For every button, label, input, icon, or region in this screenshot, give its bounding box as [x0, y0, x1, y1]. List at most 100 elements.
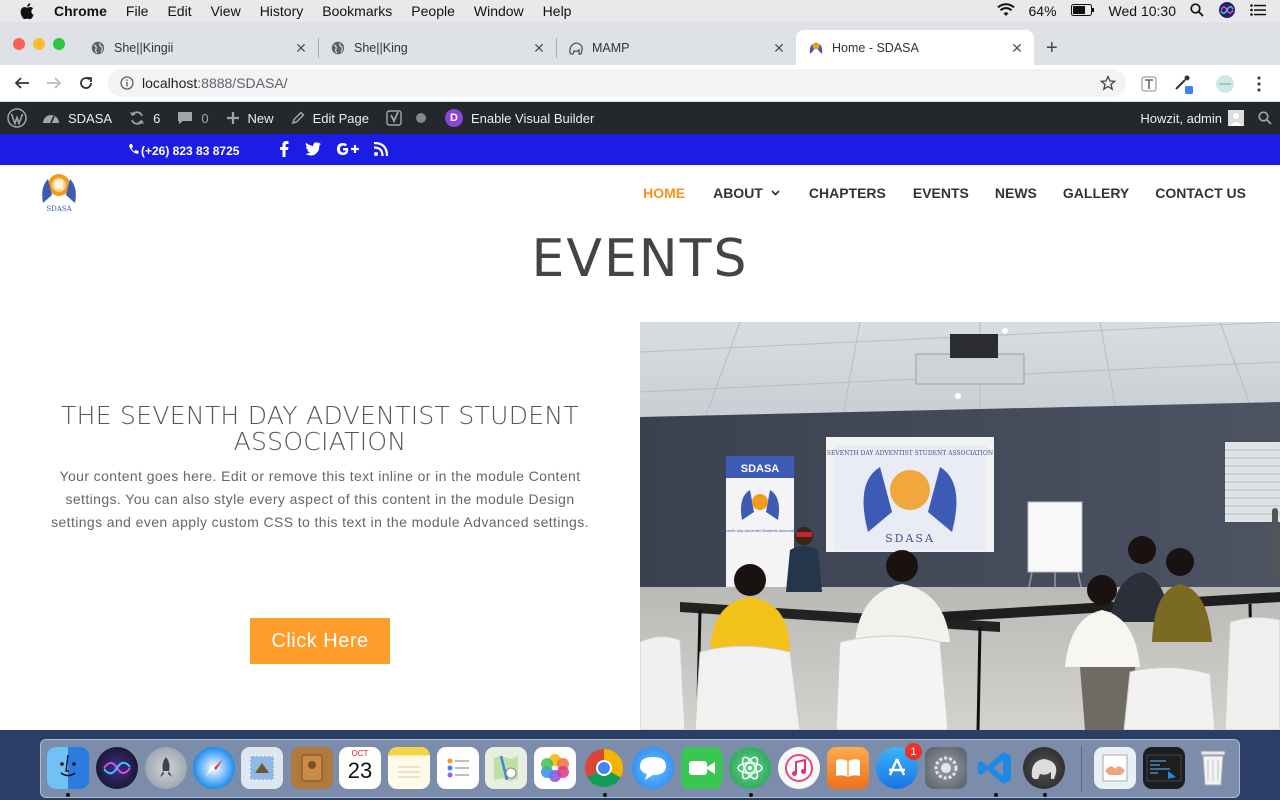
menu-edit[interactable]: Edit	[167, 3, 191, 19]
site-info-icon[interactable]	[120, 76, 134, 90]
menu-view[interactable]: View	[211, 3, 241, 19]
facetime-icon[interactable]	[681, 747, 723, 789]
yoast-seo-icon[interactable]	[386, 109, 404, 127]
reminders-icon[interactable]	[437, 747, 479, 789]
extension-avatar-icon[interactable]	[1215, 74, 1235, 94]
new-label: New	[247, 110, 274, 126]
dashboard-gauge-icon	[42, 111, 60, 125]
text-module: THE SEVENTH DAY ADVENTIST STUDENT ASSOCI…	[40, 403, 600, 534]
mail-stamp-icon[interactable]	[241, 747, 283, 789]
nav-home[interactable]: HOME	[643, 185, 685, 201]
phone-number[interactable]: (+26) 823 83 8725	[128, 143, 239, 158]
nav-gallery[interactable]: GALLERY	[1063, 185, 1129, 201]
banner-subtitle: Seventh-day Adventist Students Associati…	[721, 528, 799, 533]
trash-icon[interactable]	[1192, 747, 1234, 789]
bookmark-star-icon[interactable]	[1099, 74, 1117, 96]
window-close-button[interactable]	[13, 38, 25, 50]
events-heading: EVENTS	[531, 229, 749, 289]
nav-contact-us[interactable]: CONTACT US	[1155, 185, 1246, 201]
spotlight-icon[interactable]	[1190, 2, 1204, 20]
notification-center-icon[interactable]	[1250, 3, 1266, 19]
siri-icon[interactable]	[1218, 1, 1236, 22]
divi-logo-letter: D	[444, 109, 463, 127]
wp-account-menu[interactable]: Howzit, admin	[1140, 110, 1244, 126]
menu-people[interactable]: People	[411, 3, 455, 19]
menu-help[interactable]: Help	[543, 3, 572, 19]
url-host: localhost	[142, 75, 198, 91]
tab-shelking[interactable]: She||King ✕	[318, 30, 556, 65]
extension-eyedropper-icon[interactable]	[1173, 74, 1193, 94]
menu-history[interactable]: History	[260, 3, 304, 19]
siri-dock-icon[interactable]	[96, 747, 138, 789]
rss-icon[interactable]	[371, 140, 391, 158]
photos-icon[interactable]	[534, 747, 576, 789]
google-plus-icon[interactable]	[335, 140, 361, 158]
vscode-icon[interactable]	[974, 747, 1016, 789]
atom-editor-icon[interactable]	[729, 747, 771, 789]
wp-updates[interactable]: 6	[129, 110, 160, 126]
chrome-dock-icon[interactable]	[583, 747, 625, 789]
window-zoom-button[interactable]	[53, 38, 65, 50]
wp-new-content[interactable]: New	[226, 111, 274, 126]
menu-bookmarks[interactable]: Bookmarks	[322, 3, 392, 19]
click-here-button[interactable]: Click Here	[250, 618, 390, 664]
chrome-toolbar: localhost:8888/SDASA/	[0, 65, 1280, 102]
tab-close-icon[interactable]: ✕	[532, 40, 546, 57]
tab-home-sdasa[interactable]: Home - SDASA ✕	[796, 30, 1034, 65]
chrome-menu-icon[interactable]	[1249, 74, 1269, 94]
nav-news[interactable]: NEWS	[995, 185, 1037, 201]
terminal-window-icon[interactable]	[1143, 747, 1185, 789]
tab-close-icon[interactable]: ✕	[1010, 40, 1024, 57]
menu-clock[interactable]: Wed 10:30	[1109, 3, 1176, 19]
page-content: EVENTS THE SEVENTH DAY ADVENTIST STUDENT…	[0, 225, 1280, 730]
contacts-book-icon[interactable]	[291, 747, 333, 789]
notes-icon[interactable]	[388, 747, 430, 789]
wordpress-logo-icon[interactable]	[7, 108, 27, 128]
wp-search-icon[interactable]	[1258, 111, 1272, 125]
address-bar[interactable]: localhost:8888/SDASA/	[108, 69, 1126, 97]
nav-chapters[interactable]: CHAPTERS	[809, 185, 886, 201]
messages-icon[interactable]	[632, 747, 674, 789]
wp-site-menu[interactable]: SDASA	[42, 111, 112, 126]
tab-close-icon[interactable]: ✕	[772, 40, 786, 57]
tab-mamp[interactable]: MAMP ✕	[556, 30, 796, 65]
nav-events[interactable]: EVENTS	[913, 185, 969, 201]
reload-button[interactable]	[76, 73, 96, 93]
launchpad-icon[interactable]	[145, 747, 187, 789]
enable-visual-builder[interactable]: D Enable Visual Builder	[444, 109, 594, 127]
battery-icon[interactable]	[1070, 3, 1095, 19]
apple-icon[interactable]	[20, 3, 38, 19]
menu-file[interactable]: File	[126, 3, 149, 19]
tab-shelkingii[interactable]: She||Kingii ✕	[78, 30, 318, 65]
sdasa-favicon-icon	[808, 40, 824, 56]
calendar-day: 23	[347, 758, 373, 783]
maps-icon[interactable]	[485, 747, 527, 789]
menu-window[interactable]: Window	[474, 3, 524, 19]
extension-text-icon[interactable]	[1139, 74, 1159, 94]
wifi-icon[interactable]	[996, 2, 1015, 20]
ibooks-icon[interactable]	[827, 747, 869, 789]
nav-about[interactable]: ABOUT	[713, 185, 780, 201]
new-tab-button[interactable]: +	[1046, 37, 1058, 60]
globe-icon	[90, 40, 106, 56]
menu-app-name[interactable]: Chrome	[54, 3, 107, 19]
finder-icon[interactable]	[47, 747, 89, 789]
mamp-icon[interactable]	[1023, 747, 1065, 789]
app-store-icon[interactable]: 1	[876, 743, 922, 789]
twitter-icon[interactable]	[303, 140, 323, 158]
calendar-icon[interactable]: OCT 23	[339, 747, 381, 789]
page-scrollbar-thumb[interactable]	[1272, 508, 1278, 582]
wp-comments[interactable]: 0	[177, 110, 209, 126]
back-button[interactable]	[12, 73, 32, 93]
sdasa-logo[interactable]: SDASA	[37, 169, 81, 213]
safari-icon[interactable]	[193, 747, 235, 789]
tab-close-icon[interactable]: ✕	[294, 40, 308, 57]
chrome-tabstrip: She||Kingii ✕ She||King ✕ MAMP ✕ Home - …	[0, 22, 1280, 65]
itunes-icon[interactable]	[778, 747, 820, 789]
window-minimize-button[interactable]	[33, 38, 45, 50]
forward-button[interactable]	[44, 73, 64, 93]
wp-edit-page[interactable]: Edit Page	[291, 111, 369, 126]
handshake-document-icon[interactable]	[1094, 747, 1136, 789]
system-preferences-icon[interactable]	[925, 747, 967, 789]
facebook-icon[interactable]	[274, 140, 294, 158]
